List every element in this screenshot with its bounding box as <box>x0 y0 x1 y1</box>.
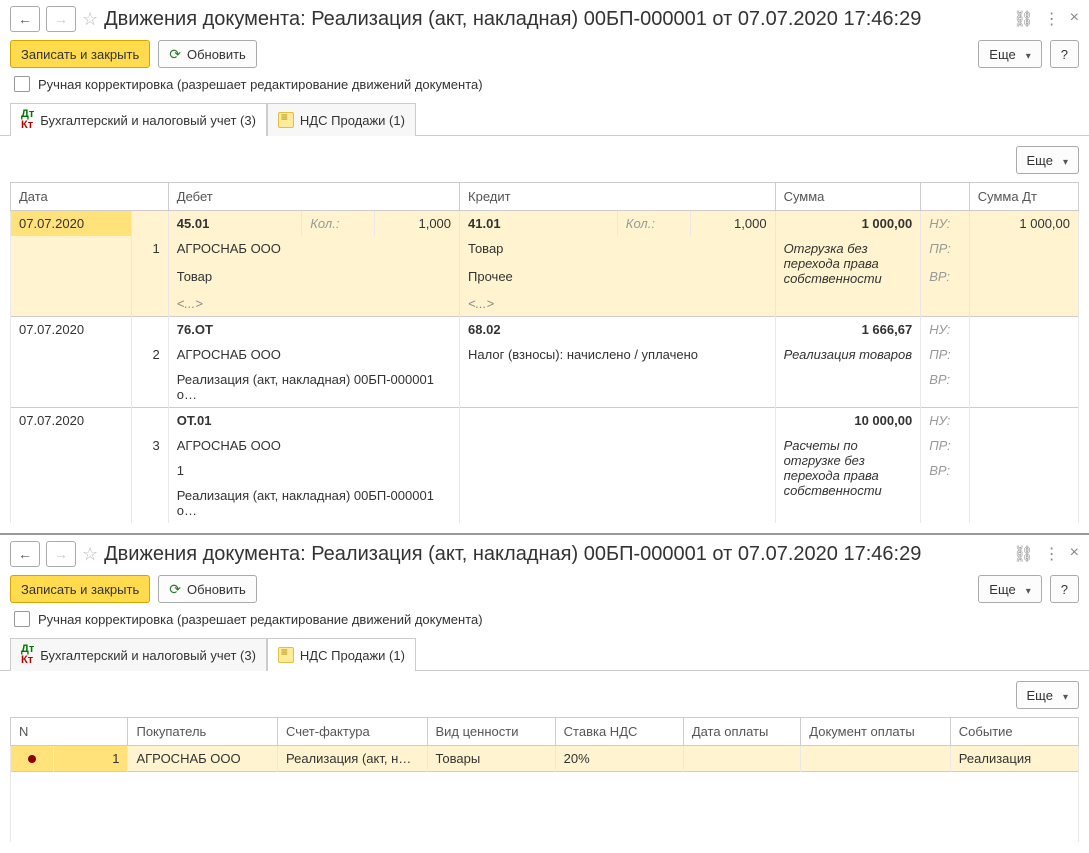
col-n[interactable]: N <box>11 718 128 746</box>
window-title-2: Движения документа: Реализация (акт, нак… <box>104 543 1007 566</box>
col-paydate[interactable]: Дата оплаты <box>683 718 800 746</box>
col-debit[interactable]: Дебет <box>168 183 459 211</box>
save-close-button[interactable]: Записать и закрыть <box>10 40 150 68</box>
window-title: Движения документа: Реализация (акт, нак… <box>104 8 1007 31</box>
nav-back-button[interactable]: ← <box>10 6 40 32</box>
tab-accounting[interactable]: ДтКт Бухгалтерский и налоговый учет (3) <box>10 103 267 136</box>
nav-back-button-2[interactable]: ← <box>10 541 40 567</box>
nav-forward-button-2[interactable]: → <box>46 541 76 567</box>
col-invoice[interactable]: Счет-фактура <box>277 718 427 746</box>
accounting-grid[interactable]: Дата Дебет Кредит Сумма Сумма Дт 07.07.2… <box>10 182 1079 523</box>
refresh-icon: ⟳ <box>169 46 181 63</box>
grid-more-button-2[interactable]: Еще <box>1016 681 1079 709</box>
tab-vat-2[interactable]: НДС Продажи (1) <box>267 638 416 671</box>
vat-grid[interactable]: N Покупатель Счет-фактура Вид ценности С… <box>10 717 1079 842</box>
col-sum[interactable]: Сумма <box>775 183 921 211</box>
nav-forward-button[interactable]: → <box>46 6 76 32</box>
favorite-icon-2[interactable]: ☆ <box>82 544 98 565</box>
link-icon[interactable]: ⛓ <box>1013 9 1033 29</box>
dtkt-icon: ДтКт <box>21 109 34 131</box>
manual-edit-checkbox[interactable] <box>14 76 30 92</box>
kebab-icon[interactable]: ⋮ <box>1044 9 1060 29</box>
dtkt-icon-2: ДтКт <box>21 644 34 666</box>
manual-edit-label: Ручная корректировка (разрешает редактир… <box>38 77 483 92</box>
col-credit[interactable]: Кредит <box>460 183 776 211</box>
col-rate[interactable]: Ставка НДС <box>555 718 683 746</box>
link-icon-2[interactable]: ⛓ <box>1013 544 1033 564</box>
tab-vat[interactable]: НДС Продажи (1) <box>267 103 416 136</box>
refresh-button-2[interactable]: ⟳Обновить <box>158 575 257 603</box>
tab-accounting-2[interactable]: ДтКт Бухгалтерский и налоговый учет (3) <box>10 638 267 671</box>
close-icon[interactable]: × <box>1070 9 1079 29</box>
sheet-icon-2 <box>278 647 294 663</box>
col-buyer[interactable]: Покупатель <box>128 718 278 746</box>
refresh-icon-2: ⟳ <box>169 581 181 598</box>
row-marker-icon <box>28 755 36 763</box>
grid-more-button[interactable]: Еще <box>1016 146 1079 174</box>
manual-edit-label-2: Ручная корректировка (разрешает редактир… <box>38 612 483 627</box>
col-date[interactable]: Дата <box>11 183 169 211</box>
save-close-button-2[interactable]: Записать и закрыть <box>10 575 150 603</box>
kebab-icon-2[interactable]: ⋮ <box>1044 544 1060 564</box>
help-button[interactable]: ? <box>1050 40 1079 68</box>
close-icon-2[interactable]: × <box>1070 544 1079 564</box>
col-paydoc[interactable]: Документ оплаты <box>801 718 951 746</box>
help-button-2[interactable]: ? <box>1050 575 1079 603</box>
col-type[interactable]: Вид ценности <box>427 718 555 746</box>
col-sumdt[interactable]: Сумма Дт <box>969 183 1078 211</box>
more-button[interactable]: Еще <box>978 40 1041 68</box>
manual-edit-checkbox-2[interactable] <box>14 611 30 627</box>
refresh-button[interactable]: ⟳Обновить <box>158 40 257 68</box>
favorite-icon[interactable]: ☆ <box>82 9 98 30</box>
sheet-icon <box>278 112 294 128</box>
more-button-2[interactable]: Еще <box>978 575 1041 603</box>
col-event[interactable]: Событие <box>950 718 1078 746</box>
